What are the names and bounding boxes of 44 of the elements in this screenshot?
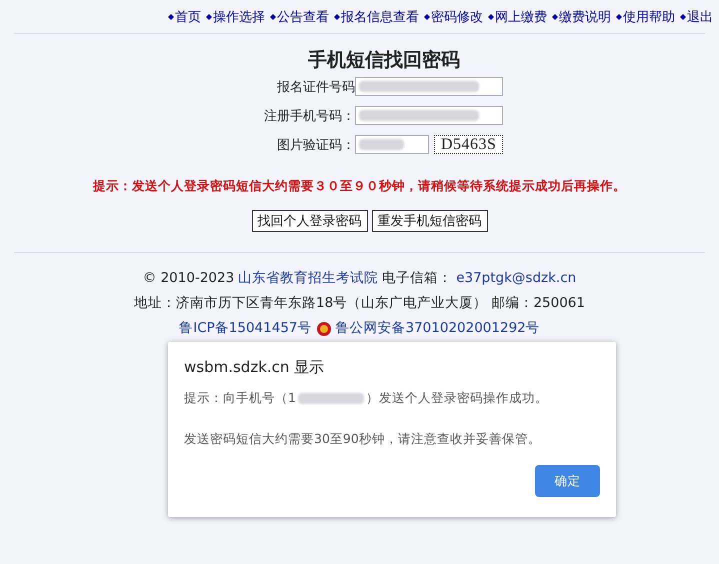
nav-link[interactable]: 网上缴费: [488, 7, 547, 27]
nav-link[interactable]: 密码修改: [424, 7, 483, 27]
notice-text: 提示：发送个人登录密码短信大约需要３０至９０秒钟，请稍候等待系统提示成功后再操作。: [92, 178, 627, 195]
input-field[interactable]: [355, 106, 503, 125]
nav-link[interactable]: 操作选择: [206, 7, 265, 27]
page-title: 手机短信找回密码: [308, 48, 460, 72]
diamond-icon: [206, 14, 212, 20]
icp-link[interactable]: 鲁ICP备15041457号: [179, 319, 312, 338]
captcha-image[interactable]: D5463S: [434, 135, 504, 154]
org-link[interactable]: 山东省教育招生考试院: [238, 269, 378, 288]
input-field[interactable]: [355, 135, 429, 154]
dialog-message: 发送密码短信大约需要30至90秒钟，请注意查收并妥善保管。: [184, 431, 542, 448]
diamond-icon: [270, 14, 276, 20]
diamond-icon: [616, 14, 622, 20]
emblem-icon: [316, 320, 332, 336]
action-button[interactable]: 找回个人登录密码: [252, 210, 368, 232]
field-label: 报名证件号码: [276, 78, 355, 96]
dialog-message: 提示：向手机号（1: [184, 390, 296, 407]
diamond-icon: [334, 14, 340, 20]
field-label: 图片验证码：: [276, 136, 355, 154]
diamond-icon: [552, 14, 558, 20]
ok-button[interactable]: 确定: [535, 465, 600, 497]
email-link[interactable]: e37ptgk@sdzk.cn: [456, 269, 576, 288]
diamond-icon: [168, 14, 174, 20]
nav-link[interactable]: 使用帮助: [616, 7, 675, 27]
email-label: 电子信箱：: [382, 269, 452, 288]
input-field[interactable]: [355, 77, 503, 96]
nav-link[interactable]: 首页: [168, 7, 201, 27]
field-label: 注册手机号码：: [263, 108, 355, 124]
nav-link[interactable]: 报名信息查看: [334, 7, 419, 27]
diamond-icon: [424, 14, 430, 20]
diamond-icon: [680, 14, 686, 20]
nav-link[interactable]: 缴费说明: [552, 7, 611, 27]
diamond-icon: [488, 14, 494, 20]
nav-link[interactable]: 退出: [680, 7, 713, 27]
redaction-mask: [298, 393, 364, 404]
dialog-message: ）发送个人登录密码操作成功。: [366, 390, 548, 407]
police-link[interactable]: 鲁公网安备37010202001292号: [336, 319, 540, 338]
address-text: 地址：济南市历下区青年东路18号（山东广电产业大厦） 邮编：250061: [134, 294, 585, 313]
dialog-title: wsbm.sdzk.cn 显示: [184, 358, 326, 377]
nav-link[interactable]: 公告查看: [270, 7, 329, 27]
copyright-text: © 2010-2023: [142, 269, 234, 288]
redaction-mask: [359, 139, 404, 150]
action-button[interactable]: 重发手机短信密码: [372, 210, 488, 232]
